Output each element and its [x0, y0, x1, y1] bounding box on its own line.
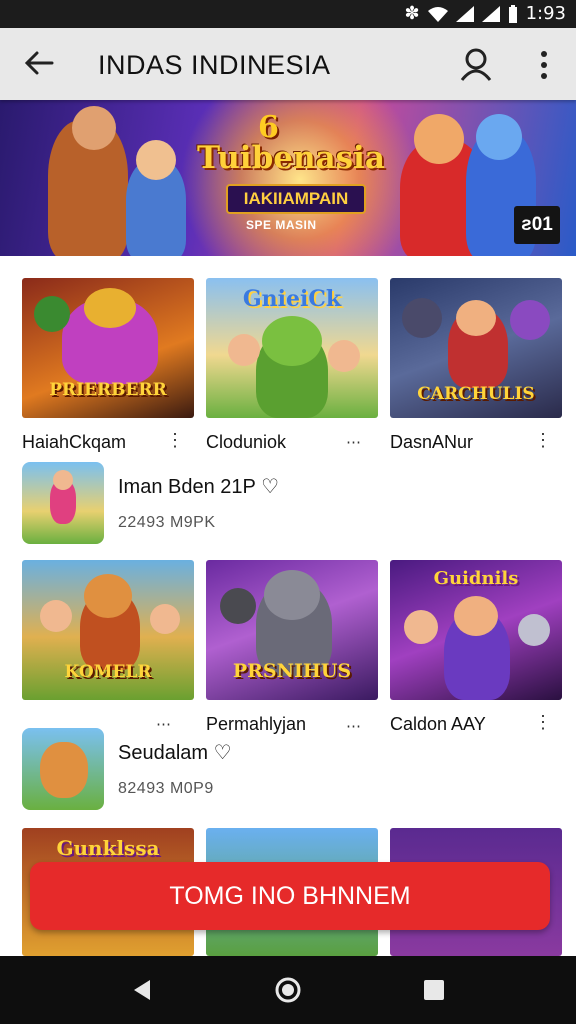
- app-name: Iman Bden 21P ♡: [118, 476, 279, 498]
- thumb-character-head: [84, 288, 136, 328]
- page-title: INDAS INDINESIA: [98, 50, 331, 80]
- status-icons: ✽ 1:93: [404, 3, 566, 24]
- status-time: 1:93: [525, 3, 566, 24]
- game-label[interactable]: DasnANur ⋮: [390, 430, 562, 454]
- game-thumb-4[interactable]: KOMELR: [22, 560, 194, 700]
- game-thumb-1[interactable]: PRIERBERR: [22, 278, 194, 418]
- thumb-side-character-2: [150, 604, 180, 634]
- banner-corner-badge: ƨ01: [514, 206, 560, 244]
- more-icon[interactable]: ⋮: [166, 430, 184, 451]
- banner-glow: [180, 100, 420, 256]
- nav-home-icon[interactable]: [274, 976, 302, 1004]
- promo-banner[interactable]: 6 Tuibenasia IAKIIAMPAIN SPE MASIN ƨ01: [0, 100, 576, 256]
- thumb-character-head: [262, 316, 322, 366]
- thumb-side-character: [40, 600, 72, 632]
- thumb-character-head: [456, 300, 496, 336]
- app-bar: INDAS INDINESIA: [0, 28, 576, 100]
- icon-character: [40, 742, 88, 798]
- game-grid-row-2: KOMELR PRSNIHUS Guidnils: [22, 560, 562, 700]
- thumb-side-character: [220, 588, 256, 624]
- thumb-side-character-2: [518, 614, 550, 646]
- game-thumb-6[interactable]: Guidnils: [390, 560, 562, 700]
- game-caption: Gunklssa: [56, 836, 160, 860]
- status-bar: ✽ 1:93: [0, 0, 576, 28]
- game-labels-row-1: HaiahCkqam ⋮ Cloduniok ⋯ DasnANur ⋮: [22, 430, 562, 454]
- app-icon: [22, 462, 104, 544]
- game-caption: KOMELR: [64, 662, 152, 682]
- game-grid-row-1: PRIERBERR GnieiCk CARCHULIS: [22, 278, 562, 418]
- game-thumb-5[interactable]: PRSNIHUS: [206, 560, 378, 700]
- game-label-text: Cloduniok: [206, 432, 287, 452]
- thumb-side-character: [402, 298, 442, 338]
- signal-icon: [455, 5, 474, 22]
- thumb-side-character: [34, 296, 70, 332]
- hero-left-2-head: [136, 140, 176, 180]
- list-item[interactable]: Seudalam ♡ 82493 M0P9: [22, 728, 562, 812]
- nav-back-icon[interactable]: [130, 978, 154, 1002]
- system-nav-bar: [0, 956, 576, 1024]
- game-caption: GnieiCk: [242, 286, 342, 312]
- thumb-character-head: [264, 570, 320, 620]
- app-icon: [22, 728, 104, 810]
- hero-left-head: [72, 106, 116, 150]
- banner-title: Tuibenasia: [197, 140, 385, 176]
- banner-small-text: SPE MASIN: [246, 218, 317, 232]
- back-arrow-icon[interactable]: [22, 46, 56, 80]
- profile-icon[interactable]: [458, 46, 494, 82]
- thumb-character-head: [84, 574, 132, 618]
- game-caption: CARCHULIS: [417, 384, 535, 404]
- game-label-text: DasnANur: [390, 432, 474, 452]
- hero-right-2-head: [476, 114, 522, 160]
- banner-subtitle: IAKIIAMPAIN: [226, 184, 366, 214]
- thumb-character-head: [454, 596, 498, 636]
- thumb-side-character-2: [328, 340, 360, 372]
- thumb-side-character-2: [510, 300, 550, 340]
- wifi-icon: [427, 6, 448, 22]
- game-label[interactable]: Cloduniok ⋯: [206, 430, 378, 454]
- game-label-text: HaiahCkqam: [22, 432, 127, 452]
- more-icon[interactable]: ⋮: [534, 430, 552, 451]
- thumb-side-character: [228, 334, 260, 366]
- app-meta: 22493 M9PK: [118, 514, 216, 531]
- more-icon[interactable]: ⋯: [346, 433, 361, 451]
- nav-recents-icon[interactable]: [422, 978, 446, 1002]
- game-caption: PRSNIHUS: [232, 660, 352, 682]
- thumb-side-character: [404, 610, 438, 644]
- game-thumb-2[interactable]: GnieiCk: [206, 278, 378, 418]
- hero-right-head: [414, 114, 464, 164]
- vibrate-icon: ✽: [404, 3, 420, 23]
- battery-icon: [508, 4, 517, 23]
- cta-button[interactable]: TOMG INO BHNNEM: [30, 862, 550, 930]
- app-name: Seudalam ♡: [118, 742, 232, 764]
- app-meta: 82493 M0P9: [118, 780, 214, 797]
- more-vert-icon[interactable]: [532, 48, 556, 82]
- icon-character-head: [53, 470, 73, 490]
- game-thumb-3[interactable]: CARCHULIS: [390, 278, 562, 418]
- game-caption: Guidnils: [433, 568, 519, 589]
- list-item[interactable]: Iman Bden 21P ♡ 22493 M9PK: [22, 462, 562, 546]
- game-caption: PRIERBERR: [49, 380, 167, 400]
- game-label[interactable]: HaiahCkqam ⋮: [22, 430, 194, 454]
- signal2-icon: [481, 5, 500, 22]
